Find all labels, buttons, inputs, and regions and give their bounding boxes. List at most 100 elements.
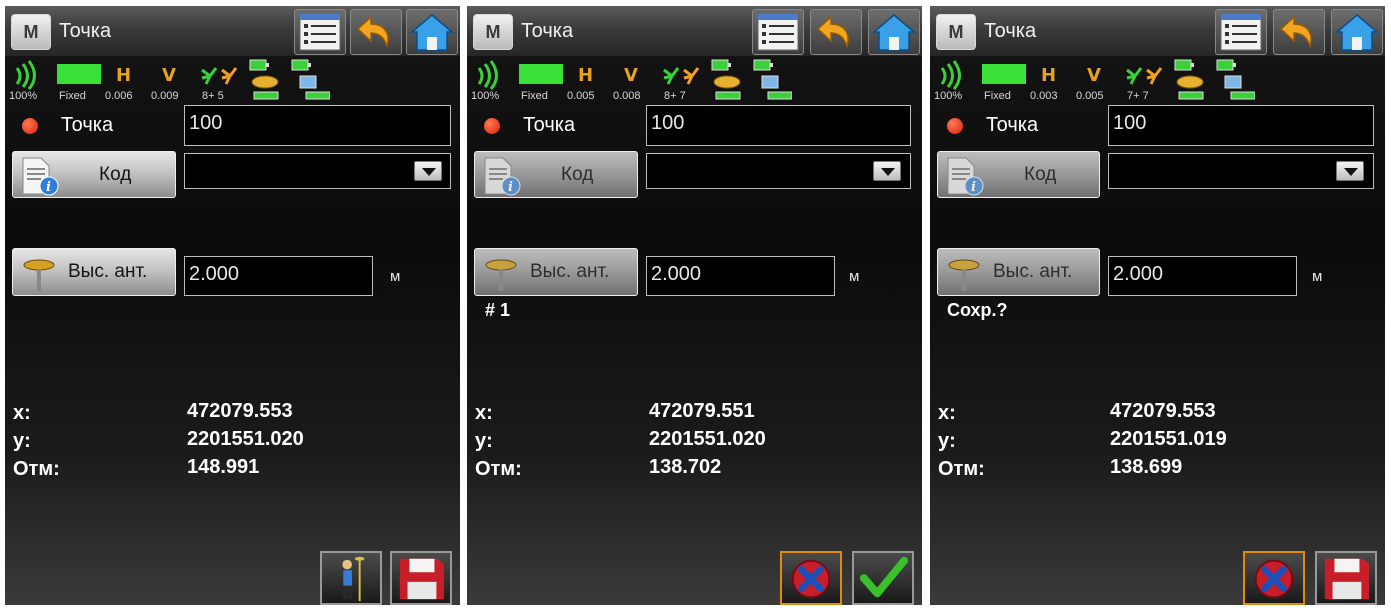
svg-text:H: H: [116, 65, 131, 84]
antenna-height-label: Выс. ант.: [993, 261, 1073, 282]
save-button[interactable]: [390, 551, 452, 605]
signal-percent: 100%: [9, 90, 38, 102]
chevron-down-icon[interactable]: [414, 161, 442, 181]
h-precision-icon: H: [116, 65, 131, 84]
list-button[interactable]: [1215, 9, 1267, 55]
receiver-battery-icon: [249, 59, 279, 100]
antenna-height-unit: м: [390, 268, 401, 285]
cancel-icon: [791, 559, 831, 599]
back-button[interactable]: [350, 9, 402, 55]
list-button[interactable]: [294, 9, 346, 55]
satellite-count: 7+ 7: [1127, 90, 1149, 102]
x-value: 472079.553: [187, 400, 293, 422]
list-button[interactable]: [752, 9, 804, 55]
y-value: 2201551.020: [187, 428, 304, 450]
antenna-icon: [23, 259, 55, 291]
signal-percent: 100%: [471, 90, 500, 102]
cancel-icon: [1254, 559, 1294, 599]
elevation-value: 148.991: [187, 456, 260, 478]
y-value: 2201551.020: [649, 428, 766, 450]
satellite-count: 8+ 7: [664, 90, 686, 102]
code-button-label: Код: [99, 164, 132, 185]
list-icon: [1220, 13, 1262, 51]
code-dropdown[interactable]: [184, 153, 451, 189]
v-precision-icon: V: [624, 65, 638, 84]
svg-text:i: i: [46, 180, 51, 195]
antenna-height-unit: м: [849, 268, 860, 285]
title-bar: M Точка: [5, 6, 460, 56]
svg-text:H: H: [1041, 65, 1056, 84]
antenna-height-input[interactable]: 2.000: [646, 256, 835, 296]
controller-battery-icon: [1216, 59, 1255, 100]
cancel-button[interactable]: [780, 551, 842, 605]
cancel-button[interactable]: [1243, 551, 1305, 605]
code-dropdown[interactable]: [646, 153, 911, 189]
home-button[interactable]: [868, 9, 920, 55]
menu-button[interactable]: M: [936, 14, 976, 50]
page-title: Точка: [59, 20, 112, 42]
signal-icon: [940, 60, 961, 90]
list-icon: [299, 13, 341, 51]
checkmark-icon: [859, 556, 908, 598]
survey-button[interactable]: [320, 551, 382, 605]
h-precision-value: 0.006: [105, 90, 133, 102]
save-disk-icon: [399, 558, 445, 600]
svg-text:V: V: [162, 65, 176, 84]
chevron-down-icon[interactable]: [873, 161, 901, 181]
accept-button[interactable]: [852, 551, 914, 605]
antenna-height-unit: м: [1312, 268, 1323, 285]
antenna-height-button[interactable]: Выс. ант.: [474, 248, 638, 296]
point-name-input[interactable]: 100: [1108, 105, 1374, 146]
save-confirm-message: Сохр.?: [947, 300, 1008, 320]
screen-3: M Точка H V 100% Fixed 0.003 0.005 7+ 7 …: [930, 6, 1385, 605]
point-name-input[interactable]: 100: [646, 105, 911, 146]
antenna-height-input[interactable]: 2.000: [1108, 256, 1297, 296]
list-icon: [757, 13, 799, 51]
menu-button[interactable]: M: [11, 14, 51, 50]
code-button[interactable]: i Код: [474, 151, 638, 198]
code-dropdown[interactable]: [1108, 153, 1374, 189]
fix-status-bar: [982, 64, 1026, 84]
satellite-icon: [663, 67, 700, 85]
screen-2: M Точка H V 100% Fixed 0.005 0.008 8+ 7 …: [467, 6, 922, 605]
controller-battery-icon: [291, 59, 330, 100]
v-precision-value: 0.005: [1076, 90, 1104, 102]
x-label: x:: [938, 402, 956, 424]
point-label: Точка: [986, 114, 1039, 136]
signal-icon: [15, 60, 36, 90]
signal-percent: 100%: [934, 90, 963, 102]
save-button[interactable]: [1315, 551, 1377, 605]
signal-icon: [477, 60, 498, 90]
h-precision-value: 0.005: [567, 90, 595, 102]
x-value: 472079.553: [1110, 400, 1216, 422]
receiver-battery-icon: [711, 59, 741, 100]
menu-button[interactable]: M: [473, 14, 513, 50]
home-button[interactable]: [1331, 9, 1383, 55]
elevation-label: Отм:: [475, 458, 522, 480]
elevation-value: 138.699: [1110, 456, 1183, 478]
fix-status-bar: [519, 64, 563, 84]
antenna-height-input[interactable]: 2.000: [184, 256, 373, 296]
home-button[interactable]: [406, 9, 458, 55]
code-button[interactable]: i Код: [937, 151, 1100, 198]
antenna-height-button[interactable]: Выс. ант.: [937, 248, 1100, 296]
antenna-height-button[interactable]: Выс. ант.: [12, 248, 176, 296]
surveyor-icon: [342, 556, 365, 602]
screen-1: M Точка H V 100% Fixed 0.006 0.009 8+ 5 …: [5, 6, 460, 605]
h-precision-icon: H: [578, 65, 593, 84]
antenna-icon: [485, 259, 517, 291]
h-precision-icon: H: [1041, 65, 1056, 84]
code-button[interactable]: i Код: [12, 151, 176, 198]
title-bar: M Точка: [467, 6, 922, 56]
point-name-input[interactable]: 100: [184, 105, 451, 146]
chevron-down-icon[interactable]: [1336, 161, 1364, 181]
save-disk-icon: [1324, 558, 1370, 600]
back-button[interactable]: [810, 9, 862, 55]
elevation-label: Отм:: [938, 458, 985, 480]
y-label: y:: [475, 430, 493, 452]
y-value: 2201551.019: [1110, 428, 1227, 450]
point-status-dot: [22, 118, 38, 134]
y-label: y:: [13, 430, 31, 452]
x-value: 472079.551: [649, 400, 755, 422]
back-button[interactable]: [1273, 9, 1325, 55]
